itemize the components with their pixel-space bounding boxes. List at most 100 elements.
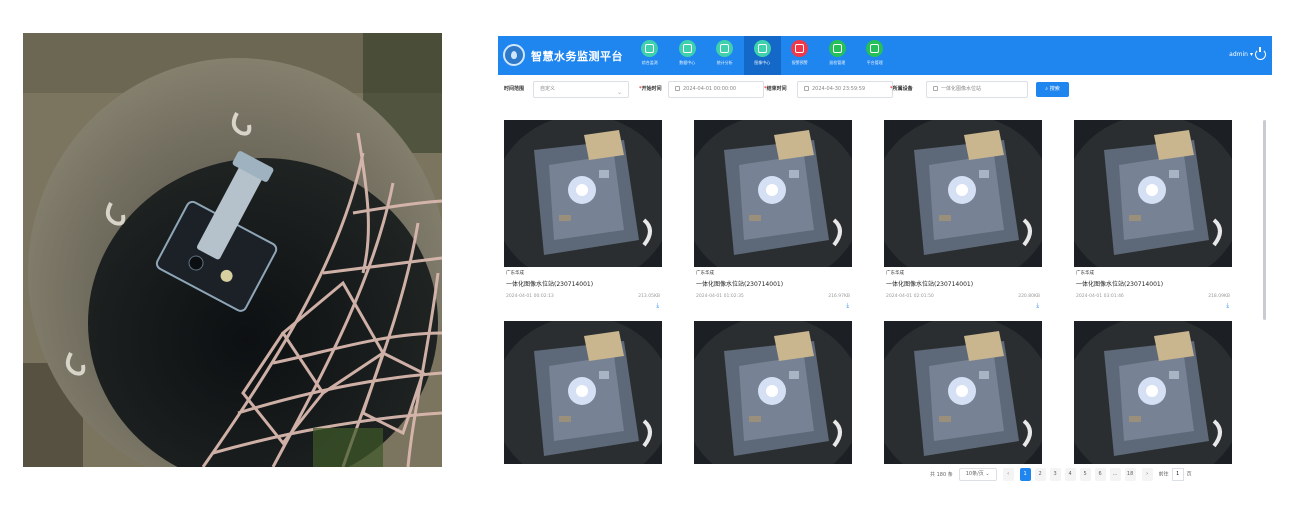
user-menu[interactable]: admin ▾ — [1229, 47, 1266, 60]
scrollbar[interactable] — [1263, 120, 1266, 320]
card-meta: 2024-04-01 02:01:50 220.80KB — [884, 294, 1042, 300]
card-meta: 2024-04-01 03:01:46 218.09KB — [1074, 294, 1232, 300]
goto-suffix: 页 — [1186, 471, 1192, 477]
nav-item-label: 综合监测 — [641, 60, 658, 65]
card-device-name: 一体化图像水位站(230714001) — [886, 281, 974, 288]
time-range-label: 时间范围 — [504, 86, 525, 92]
device-value: 一体化图像水位站 — [941, 86, 982, 92]
image-card[interactable]: ⤓ — [1074, 321, 1232, 464]
pagination-total: 共 180 条 — [930, 471, 953, 478]
settings-icon — [866, 40, 884, 57]
username: admin — [1229, 51, 1248, 58]
goto-page-input[interactable] — [1171, 467, 1184, 481]
power-icon[interactable] — [1255, 47, 1266, 60]
image-card[interactable]: ⤓ — [694, 321, 852, 464]
calendar-icon — [675, 86, 680, 91]
start-time-label: *开始时间 — [639, 86, 662, 92]
water-drop-logo-icon — [503, 44, 525, 66]
start-time-value: 2024-04-01 00:00:00 — [683, 86, 737, 92]
card-date: 2024-04-01 02:01:50 — [886, 294, 934, 299]
image-card[interactable]: 广东华成 一体化图像水位站(230714001) 2024-04-01 02:01:… — [884, 120, 1042, 310]
camera-image-thumbnail[interactable] — [694, 120, 852, 267]
end-time-input[interactable]: 2024-04-30 23:59:59 — [797, 81, 893, 98]
nav-item-2[interactable]: 统计分析 — [706, 36, 744, 75]
device-select[interactable]: 一体化图像水位站 — [926, 81, 1028, 98]
next-page-button[interactable]: › — [1141, 467, 1153, 481]
search-label: 搜索 — [1049, 86, 1060, 92]
card-size: 218.09KB — [1208, 294, 1230, 299]
pagination: 共 180 条 10条/页 ⌄ ‹ 123456...18 › 前往 页 — [930, 465, 1192, 483]
card-date: 2024-04-01 01:02:35 — [696, 294, 744, 299]
download-icon[interactable]: ⤓ — [694, 302, 849, 310]
card-meta: 2024-04-01 00:02:13 213.05KB — [504, 294, 662, 300]
page-button[interactable]: 6 — [1094, 467, 1106, 481]
card-size: 220.80KB — [1018, 294, 1040, 299]
card-site: 广东华成 — [506, 271, 524, 276]
image-card[interactable]: ⤓ — [884, 321, 1042, 464]
page-button[interactable]: 5 — [1079, 467, 1091, 481]
search-button[interactable]: ⌕ 搜索 — [1036, 82, 1069, 97]
manhole-photo — [23, 33, 442, 467]
search-icon: ⌕ — [1045, 86, 1049, 92]
nav-item-label: 数据中心 — [679, 60, 696, 65]
nav-item-4[interactable]: 报警预警 — [781, 36, 819, 75]
page-size-select[interactable]: 10条/页 ⌄ — [958, 467, 997, 481]
page-button[interactable]: ... — [1109, 467, 1121, 481]
card-date: 2024-04-01 03:01:46 — [1076, 294, 1124, 299]
camera-image-thumbnail[interactable] — [504, 321, 662, 464]
top-navigation-bar: 智慧水务监测平台 综合监测 数据中心 统计分析 图像中心 报警预警 巡检管理 平台管理 ad… — [498, 36, 1272, 75]
nav-item-label: 巡检管理 — [829, 60, 846, 65]
download-icon[interactable]: ⤓ — [504, 302, 659, 310]
image-card[interactable]: 广东华成一体化图像水位站(230714001) 2024-04-01 01:02:… — [694, 120, 852, 310]
card-date: 2024-04-01 00:02:13 — [506, 294, 554, 299]
nav-item-5[interactable]: 巡检管理 — [819, 36, 857, 75]
nav-item-3[interactable]: 图像中心 — [743, 36, 781, 75]
camera-image-thumbnail[interactable] — [504, 120, 662, 267]
camera-image-thumbnail[interactable] — [884, 120, 1042, 267]
inspect-icon — [828, 40, 846, 57]
download-icon[interactable]: ⤓ — [1074, 302, 1229, 310]
camera-image-thumbnail[interactable] — [694, 321, 852, 464]
alarm-icon — [791, 40, 809, 57]
monitor-icon — [641, 40, 659, 57]
nav-item-label: 平台管理 — [866, 60, 883, 65]
prev-page-button[interactable]: ‹ — [1002, 467, 1014, 481]
goto-label: 前往 — [1158, 471, 1169, 477]
page-button[interactable]: 1 — [1019, 467, 1031, 481]
nav-item-label: 图像中心 — [754, 60, 771, 65]
page-button[interactable]: 3 — [1049, 467, 1061, 481]
page-button[interactable]: 4 — [1064, 467, 1076, 481]
image-grid: 广东华成一体化图像水位站(230714001) 2024-04-01 00:02:… — [504, 120, 1259, 464]
end-time-label: *结束时间 — [764, 86, 787, 92]
nav-item-label: 统计分析 — [716, 60, 733, 65]
camera-image-thumbnail[interactable] — [1074, 321, 1232, 464]
start-time-input[interactable]: 2024-04-01 00:00:00 — [668, 81, 764, 98]
camera-image-thumbnail[interactable] — [1074, 120, 1232, 267]
card-device-name: 一体化图像水位站(230714001) — [696, 281, 784, 288]
nav-item-0[interactable]: 综合监测 — [631, 36, 669, 75]
card-meta: 2024-04-01 01:02:35 216.97KB — [694, 294, 852, 300]
nav-item-6[interactable]: 平台管理 — [856, 36, 894, 75]
app-title: 智慧水务监测平台 — [531, 50, 623, 63]
chevron-down-icon: ⌄ — [616, 89, 622, 96]
page-button[interactable]: 2 — [1034, 467, 1046, 481]
page-size-value: 10条/页 — [965, 470, 984, 477]
card-site: 广东华成 — [696, 271, 714, 276]
card-device-name: 一体化图像水位站(230714001) — [1076, 281, 1164, 288]
time-range-select[interactable]: 自定义 ⌄ — [533, 81, 629, 98]
nav-item-1[interactable]: 数据中心 — [669, 36, 707, 75]
card-device-name: 一体化图像水位站(230714001) — [506, 281, 594, 288]
image-card[interactable]: 广东华成 一体化图像水位站(230714001) 2024-04-01 03:01:… — [1074, 120, 1232, 310]
download-icon[interactable]: ⤓ — [884, 302, 1039, 310]
image-card[interactable]: 广东华成一体化图像水位站(230714001) 2024-04-01 00:02:… — [504, 120, 662, 310]
page: 智慧水务监测平台 综合监测 数据中心 统计分析 图像中心 报警预警 巡检管理 平台管理 ad… — [0, 0, 1301, 520]
nav-item-label: 报警预警 — [791, 60, 808, 65]
device-icon — [933, 86, 938, 91]
card-size: 213.05KB — [638, 294, 660, 299]
data-icon — [678, 40, 696, 57]
chart-icon — [716, 40, 734, 57]
camera-image-thumbnail[interactable] — [884, 321, 1042, 464]
image-card[interactable]: ⤓ — [504, 321, 662, 464]
main-nav: 综合监测 数据中心 统计分析 图像中心 报警预警 巡检管理 平台管理 — [631, 36, 894, 75]
page-button[interactable]: 18 — [1124, 467, 1136, 481]
